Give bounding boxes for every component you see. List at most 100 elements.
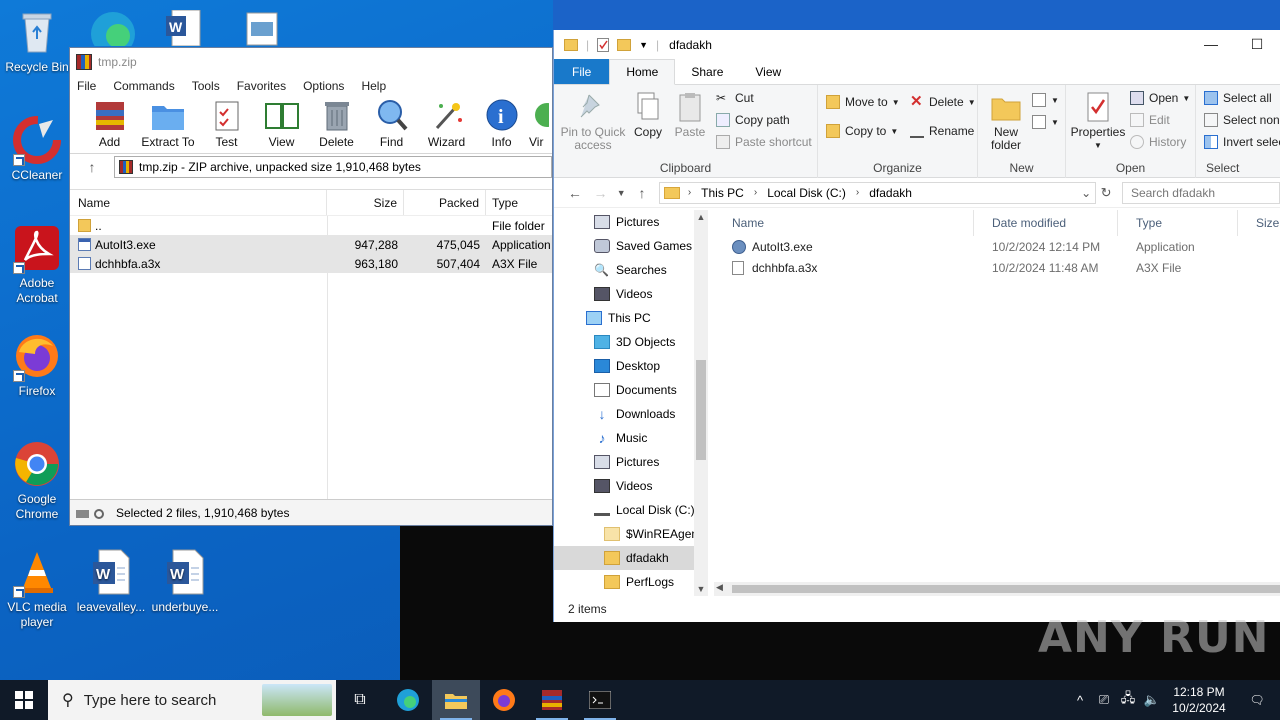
move-to-button[interactable]: Move to ▼ — [826, 95, 900, 109]
properties-check-icon[interactable] — [597, 37, 610, 52]
search-input[interactable]: Search dfadakh — [1121, 181, 1280, 204]
nav-item-saved-games[interactable]: Saved Games — [554, 234, 708, 258]
nav-item-local-disk[interactable]: Local Disk (C:) — [554, 498, 708, 522]
paste-shortcut-button[interactable]: Paste shortcut — [716, 135, 812, 149]
copy-to-button[interactable]: Copy to ▼ — [826, 124, 898, 138]
properties-button[interactable]: Properties ▼ — [1070, 91, 1126, 152]
nav-item-dfadakh[interactable]: dfadakh — [554, 546, 708, 570]
desktop-icon-ccleaner[interactable]: CCleaner — [0, 116, 74, 183]
taskbar-winrar[interactable] — [528, 680, 576, 720]
add-button[interactable]: Add — [82, 98, 137, 149]
menu-options[interactable]: Options — [303, 79, 344, 93]
column-name[interactable]: Name — [714, 210, 974, 236]
minimize-icon[interactable]: — — [1188, 36, 1234, 53]
wizard-button[interactable]: Wizard — [419, 98, 474, 149]
up-arrow-icon[interactable]: ↑ — [70, 159, 114, 175]
meet-now-icon[interactable]: ⎚ — [1092, 692, 1116, 708]
nav-item-documents[interactable]: Documents — [554, 378, 708, 402]
network-icon[interactable]: 🖧 — [1116, 689, 1140, 711]
desktop-icon-recycle-bin[interactable]: Recycle Bin — [0, 8, 74, 75]
tab-share[interactable]: Share — [675, 59, 739, 84]
extract-to-button[interactable]: Extract To — [137, 98, 199, 149]
winrar-window[interactable]: tmp.zip File Commands Tools Favorites Op… — [69, 47, 553, 526]
nav-item-videos-pc[interactable]: Videos — [554, 474, 708, 498]
test-button[interactable]: Test — [199, 98, 254, 149]
copy-button[interactable]: Copy — [630, 91, 666, 139]
column-date-modified[interactable]: Date modified — [974, 210, 1118, 236]
winrar-titlebar[interactable]: tmp.zip — [70, 48, 552, 75]
new-item-button[interactable]: ▼ — [1032, 93, 1059, 107]
paste-button[interactable]: Paste — [672, 91, 708, 139]
file-row-autoit3[interactable]: AutoIt3.exe 10/2/2024 12:14 PM Applicati… — [714, 236, 1280, 257]
taskbar-search-box[interactable]: ⚲ Type here to search — [48, 680, 336, 720]
tab-view[interactable]: View — [739, 59, 797, 84]
nav-item-music[interactable]: ♪ Music — [554, 426, 708, 450]
nav-item-desktop[interactable]: Desktop — [554, 354, 708, 378]
select-all-button[interactable]: Select all — [1204, 91, 1272, 105]
breadcrumb-dfadakh[interactable]: dfadakh — [869, 186, 912, 200]
start-button[interactable] — [0, 680, 48, 720]
horizontal-scrollbar[interactable]: ◀ — [714, 582, 1280, 596]
menu-file[interactable]: File — [77, 79, 96, 93]
show-hidden-icons-chevron-icon[interactable]: ^ — [1068, 693, 1092, 708]
delete-button[interactable]: ✕ Delete ▼ — [910, 94, 976, 109]
breadcrumb[interactable]: › This PC › Local Disk (C:) › dfadakh ⌄ — [658, 181, 1097, 204]
maximize-icon[interactable]: ☐ — [1234, 36, 1280, 53]
desktop-icon-firefox[interactable]: Firefox — [0, 332, 74, 399]
archive-row-parent[interactable]: .. File folder — [70, 216, 552, 235]
scrollbar-thumb[interactable] — [696, 360, 706, 460]
menu-tools[interactable]: Tools — [192, 79, 220, 93]
back-arrow-icon[interactable]: ← — [562, 185, 588, 201]
taskbar-firefox[interactable] — [480, 680, 528, 720]
nav-item-perflogs[interactable]: PerfLogs — [554, 570, 708, 594]
find-button[interactable]: Find — [364, 98, 419, 149]
customize-dropdown-icon[interactable]: ▼ — [639, 40, 648, 50]
nav-item-winreagent[interactable]: $WinREAgent — [554, 522, 708, 546]
view-button[interactable]: View — [254, 98, 309, 149]
column-name[interactable]: Name — [70, 190, 327, 215]
scroll-up-icon[interactable]: ▲ — [694, 212, 708, 222]
menu-commands[interactable]: Commands — [113, 79, 174, 93]
invert-selection-button[interactable]: Invert selec — [1204, 135, 1280, 149]
column-size[interactable]: Size — [1238, 210, 1279, 236]
delete-button[interactable]: Delete — [309, 98, 364, 149]
archive-file-list[interactable]: Name Size Packed Type .. File folder Aut… — [70, 189, 552, 499]
desktop-icon-google-chrome[interactable]: Google Chrome — [0, 440, 74, 522]
desktop-icon-leavevalley[interactable]: W leavevalley... — [74, 548, 148, 615]
navigation-scrollbar[interactable]: ▲ ▼ — [694, 210, 708, 596]
select-none-button[interactable]: Select none — [1204, 113, 1280, 127]
file-list[interactable]: Name Date modified Type Size AutoIt3.exe… — [714, 210, 1280, 596]
edge-desktop-icon[interactable] — [88, 6, 138, 56]
nav-item-downloads[interactable]: ↓ Downloads — [554, 402, 708, 426]
notification-center-icon[interactable]: 🗨 — [1234, 693, 1280, 707]
taskbar-file-explorer[interactable] — [432, 680, 480, 720]
scroll-down-icon[interactable]: ▼ — [694, 584, 708, 594]
taskbar-command-prompt[interactable] — [576, 680, 624, 720]
new-folder-button[interactable]: New folder — [984, 91, 1028, 152]
taskbar-clock[interactable]: 12:18 PM 10/2/2024 — [1164, 684, 1234, 716]
explorer-titlebar[interactable]: | ▼ | dfadakh — ☐ — [554, 30, 1280, 59]
breadcrumb-this-pc[interactable]: This PC — [701, 186, 744, 200]
recent-locations-chevron-icon[interactable]: ▼ — [613, 188, 629, 198]
archive-row-autoit3[interactable]: AutoIt3.exe 947,288 475,045 Application — [70, 235, 552, 254]
image-file-icon[interactable] — [246, 12, 278, 46]
archive-row-dchhbfa[interactable]: dchhbfa.a3x 963,180 507,404 A3X File — [70, 254, 552, 273]
column-packed[interactable]: Packed — [404, 190, 486, 215]
forward-arrow-icon[interactable]: → — [588, 185, 614, 201]
column-size[interactable]: Size — [327, 190, 404, 215]
file-row-dchhbfa[interactable]: dchhbfa.a3x 10/2/2024 11:48 AM A3X File — [714, 257, 1280, 278]
column-type[interactable]: Type — [486, 190, 552, 215]
nav-item-pictures[interactable]: Pictures — [554, 210, 708, 234]
refresh-icon[interactable]: ↻ — [1096, 185, 1116, 201]
taskbar-edge[interactable] — [384, 680, 432, 720]
column-type[interactable]: Type — [1118, 210, 1238, 236]
nav-item-pictures-pc[interactable]: Pictures — [554, 450, 708, 474]
info-button[interactable]: i Info — [474, 98, 529, 149]
nav-item-this-pc[interactable]: This PC — [554, 306, 708, 330]
scroll-left-icon[interactable]: ◀ — [716, 582, 723, 593]
easy-access-button[interactable]: ▼ — [1032, 115, 1059, 129]
pin-to-quick-access-button[interactable]: Pin to Quick access — [560, 91, 626, 152]
volume-icon[interactable]: 🔈 — [1140, 692, 1164, 708]
file-explorer-window[interactable]: | ▼ | dfadakh — ☐ File Home Share View P… — [553, 30, 1280, 622]
nav-item-3d-objects[interactable]: 3D Objects — [554, 330, 708, 354]
